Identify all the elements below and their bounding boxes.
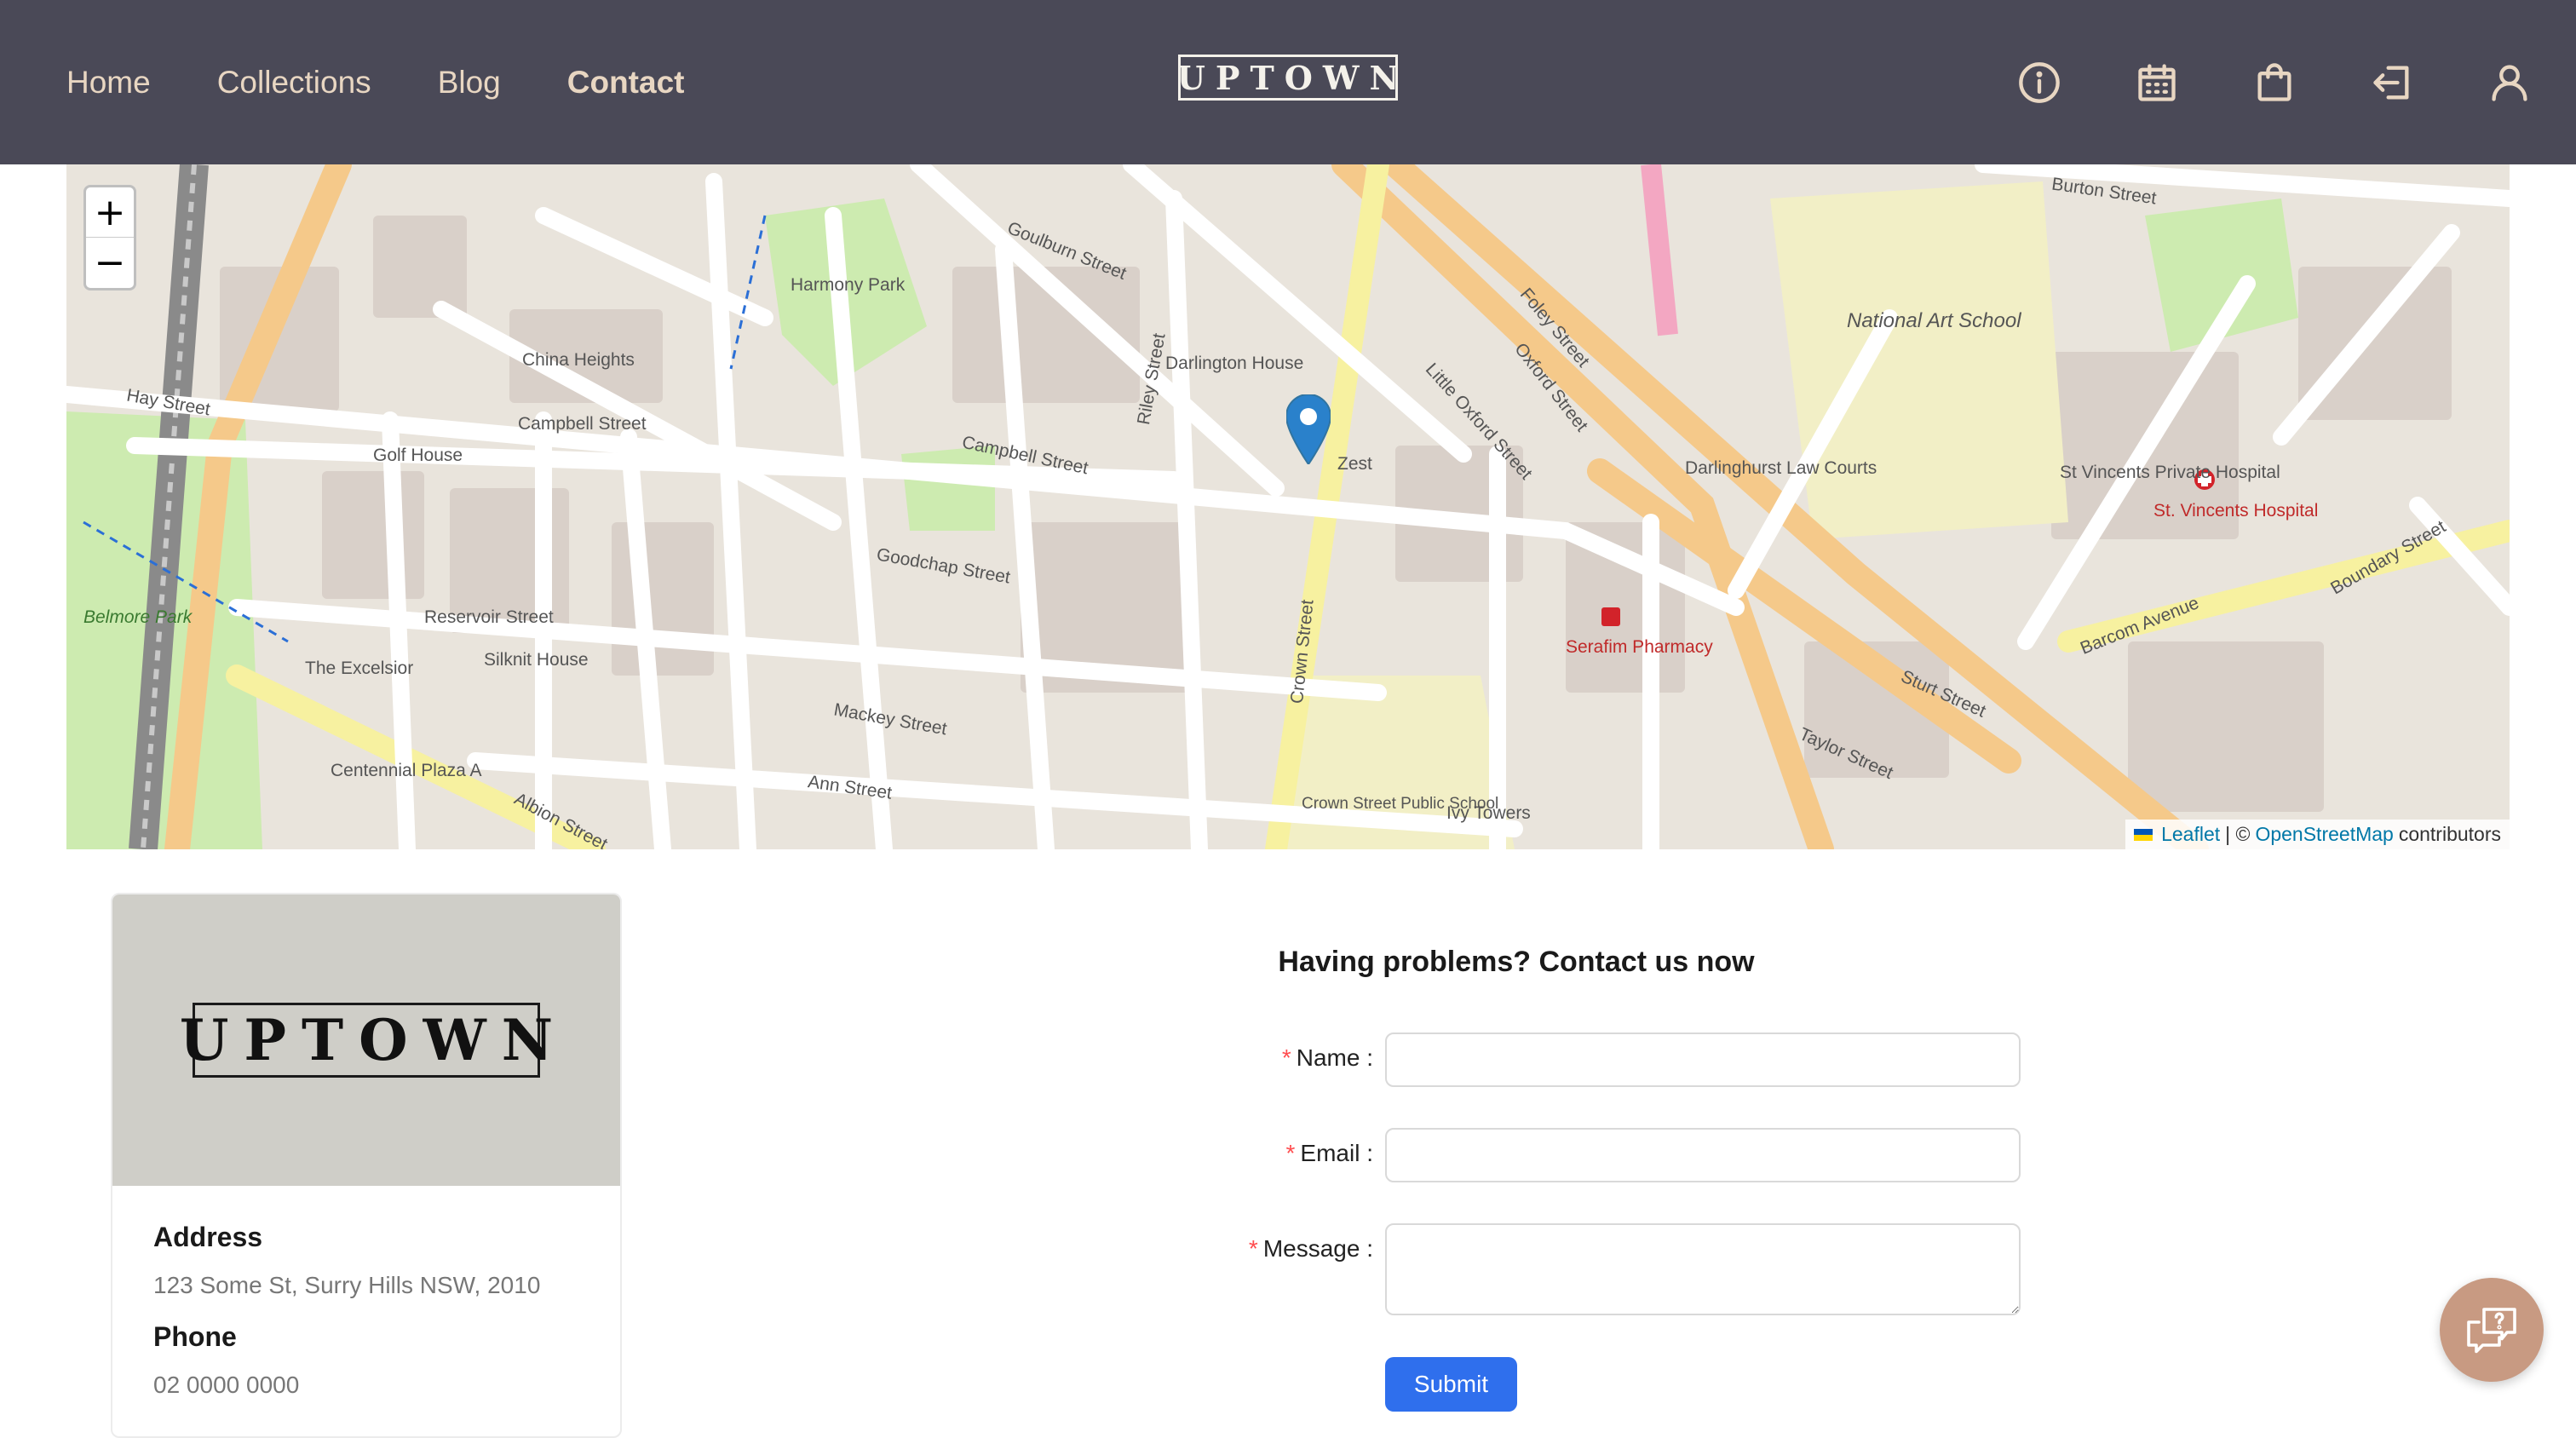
- nav-blog[interactable]: Blog: [438, 65, 501, 101]
- nav-collections[interactable]: Collections: [217, 65, 371, 101]
- email-input[interactable]: [1385, 1128, 2021, 1182]
- map-label-reservoir-street: Reservoir Street: [424, 607, 554, 627]
- card-logo: UPTOWN: [180, 1003, 553, 1078]
- map-label-harmony-park: Harmony Park: [791, 275, 906, 295]
- attribution-separator: | ©: [2225, 823, 2251, 845]
- email-label: * Email :: [1285, 1140, 1373, 1166]
- card-banner: UPTOWN: [112, 894, 620, 1186]
- main-nav: Home Collections Blog Contact: [66, 0, 684, 164]
- map-label-st-vincents-hospital: St. Vincents Hospital: [2153, 501, 2319, 521]
- nav-home[interactable]: Home: [66, 65, 151, 101]
- map-label-darlinghurst-law-courts: Darlinghurst Law Courts: [1685, 458, 1877, 478]
- store-info-card: UPTOWN Address 123 Some St, Surry Hills …: [111, 893, 622, 1438]
- header-logo-text: UPTOWN: [1176, 58, 1410, 97]
- submit-button[interactable]: Submit: [1385, 1357, 1517, 1412]
- calendar-icon[interactable]: [2135, 60, 2179, 105]
- map-label-belmore-park: Belmore Park: [83, 607, 193, 627]
- address-text: 123 Some St, Surry Hills NSW, 2010: [153, 1272, 541, 1298]
- message-label-text: Message: [1262, 1235, 1360, 1262]
- map-label-serafim-pharmacy: Serafim Pharmacy: [1566, 637, 1713, 657]
- phone-heading: Phone: [153, 1321, 237, 1352]
- zoom-out-button[interactable]: −: [86, 238, 134, 288]
- required-mark: *: [1285, 1140, 1296, 1166]
- map-label-golf-house: Golf House: [373, 446, 463, 465]
- header-icons: [2017, 0, 2532, 164]
- map-label-the-excelsior: The Excelsior: [305, 659, 414, 678]
- map-label-china-heights: China Heights: [522, 350, 635, 370]
- location-map[interactable]: Campbell Street Campbell Street Crown St…: [66, 164, 2510, 849]
- zoom-in-button[interactable]: +: [86, 187, 134, 238]
- name-input[interactable]: [1385, 1032, 2021, 1087]
- map-tiles[interactable]: [66, 164, 2510, 849]
- header-logo[interactable]: UPTOWN: [1177, 55, 1399, 101]
- leaflet-link[interactable]: Leaflet: [2161, 823, 2220, 846]
- phone-text: 02 0000 0000: [153, 1372, 300, 1398]
- map-attribution: Leaflet | © OpenStreetMap contributors: [2125, 820, 2510, 849]
- support-chat-button[interactable]: [2440, 1278, 2544, 1382]
- nav-contact[interactable]: Contact: [567, 65, 685, 101]
- map-label-silknit-house: Silknit House: [484, 650, 589, 670]
- map-zoom-control: + −: [83, 185, 136, 290]
- name-label-text: Name: [1296, 1044, 1360, 1071]
- attribution-contributors: contributors: [2398, 823, 2501, 845]
- address-heading: Address: [153, 1222, 263, 1252]
- map-label-st-vincents-private: St Vincents Private Hospital: [2060, 463, 2280, 482]
- card-logo-text: UPTOWN: [179, 1007, 569, 1073]
- message-textarea[interactable]: [1385, 1223, 2021, 1315]
- required-mark: *: [1281, 1044, 1291, 1071]
- map-label-national-art-school: National Art School: [1847, 309, 2021, 332]
- user-icon[interactable]: [2487, 60, 2532, 105]
- email-label-text: Email: [1300, 1140, 1360, 1166]
- name-label: * Name :: [1281, 1044, 1373, 1071]
- map-label-darlington-house: Darlington House: [1165, 354, 1304, 373]
- shopping-bag-icon[interactable]: [2252, 60, 2297, 105]
- info-icon[interactable]: [2017, 60, 2061, 105]
- login-icon[interactable]: [2370, 60, 2414, 105]
- map-label-centennial-plaza: Centennial Plaza A: [331, 761, 482, 780]
- chat-help-icon: [2467, 1308, 2516, 1354]
- location-marker-icon[interactable]: [1286, 394, 1331, 464]
- contact-form-title: Having problems? Contact us now: [1278, 946, 1755, 978]
- map-label-ivy-towers: Ivy Towers: [1446, 803, 1531, 823]
- required-mark: *: [1248, 1235, 1258, 1262]
- map-label-zest: Zest: [1337, 454, 1372, 474]
- openstreetmap-link[interactable]: OpenStreetMap: [2255, 823, 2393, 846]
- ukraine-flag-icon: [2134, 828, 2153, 841]
- message-label: * Message :: [1248, 1235, 1373, 1262]
- top-header: Home Collections Blog Contact UPTOWN: [0, 0, 2576, 164]
- map-label-campbell-street: Campbell Street: [518, 414, 647, 434]
- card-body: Address 123 Some St, Surry Hills NSW, 20…: [112, 1186, 620, 1436]
